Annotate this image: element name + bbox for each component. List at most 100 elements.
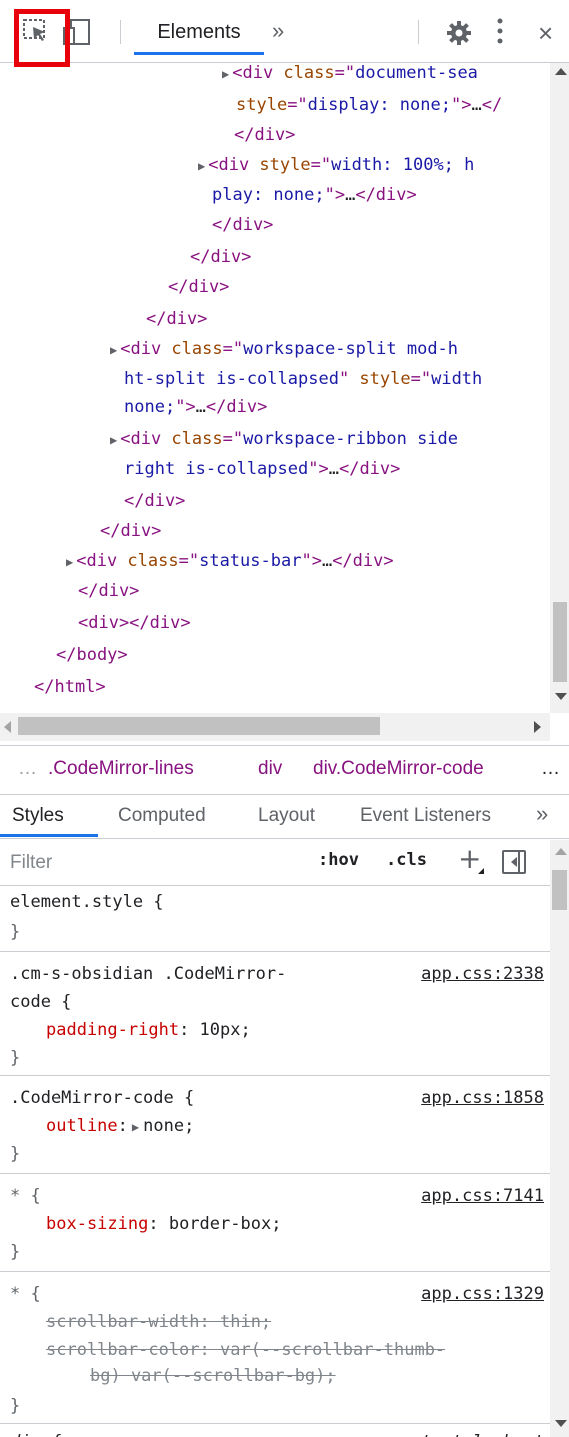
css-rule[interactable]: .cm-s-obsidian .CodeMirror- app.css:2338…: [0, 952, 550, 1076]
tree-scrollbar-thumb[interactable]: [553, 602, 567, 682]
property-name[interactable]: box-sizing: [46, 1214, 148, 1234]
css-rule[interactable]: * { app.css:7141 box-sizing: border-box;…: [0, 1174, 550, 1272]
tab-styles[interactable]: Styles: [12, 805, 64, 827]
styles-vertical-scrollbar[interactable]: [550, 840, 569, 1437]
active-tab-indicator: [134, 52, 264, 55]
dom-tree-node[interactable]: right is-collapsed">…</div>: [124, 455, 400, 483]
dom-tree-node[interactable]: </div>: [100, 517, 161, 545]
scroll-down-arrow-icon[interactable]: [555, 693, 567, 700]
dom-tree-node[interactable]: ▶ <div class="workspace-ribbon side: [110, 425, 458, 453]
property-name[interactable]: outline: [46, 1116, 118, 1136]
settings-gear-icon[interactable]: [446, 20, 472, 46]
dom-tree-node[interactable]: </div>: [168, 273, 229, 301]
tree-hscroll-thumb[interactable]: [18, 717, 380, 735]
tab-elements[interactable]: Elements: [134, 14, 264, 54]
dom-tree-node[interactable]: ▶ <div style="width: 100%; h: [198, 151, 474, 179]
overridden-declaration[interactable]: scrollbar-width: thin;: [46, 1308, 271, 1336]
overridden-declaration[interactable]: scrollbar-color: var(--scrollbar-thumb-: [46, 1336, 445, 1364]
more-tabs-button[interactable]: »: [272, 18, 284, 44]
rule-close-brace: }: [10, 1048, 21, 1068]
dom-token: <div: [120, 429, 172, 449]
dom-tree-node[interactable]: </div>: [234, 121, 295, 149]
property-value[interactable]: border-box;: [169, 1214, 282, 1234]
dom-tree-node[interactable]: </div>: [212, 211, 273, 239]
scroll-up-arrow-icon[interactable]: [555, 68, 567, 75]
kebab-menu-icon[interactable]: [496, 16, 504, 46]
dom-tree-node[interactable]: </div>: [190, 243, 251, 271]
property-name[interactable]: padding-right: [46, 1020, 179, 1040]
dom-tree-node[interactable]: </html>: [34, 673, 106, 701]
rule-source-link[interactable]: app.css:7141: [421, 1182, 544, 1210]
filter-input[interactable]: [10, 848, 290, 878]
rule-source-link[interactable]: app.css:1329: [421, 1280, 544, 1308]
dom-tree-node[interactable]: </div>: [78, 577, 139, 605]
breadcrumb-ellipsis[interactable]: …: [18, 758, 37, 780]
dom-tree-node[interactable]: ht-split is-collapsed" style="width: [124, 365, 482, 393]
close-icon[interactable]: ×: [538, 18, 553, 49]
expand-triangle-icon[interactable]: ▶: [132, 1120, 139, 1134]
dom-token: =": [178, 551, 200, 571]
expand-triangle-icon[interactable]: ▶: [110, 343, 117, 357]
dom-tree-node[interactable]: ▶ <div class="document-sea: [222, 63, 478, 87]
rule-selector: * {: [10, 1186, 41, 1206]
styles-scrollbar-thumb[interactable]: [552, 870, 567, 910]
dom-tree-node[interactable]: </div>: [124, 487, 185, 515]
scroll-up-arrow-icon[interactable]: [555, 848, 567, 855]
rule-source-link[interactable]: app.css:1858: [421, 1084, 544, 1112]
elements-tree[interactable]: ▶ <div class="document-sea style="display:…: [0, 63, 550, 713]
dom-token: workspace-ribbon side: [243, 429, 459, 449]
toolbar-divider: [418, 20, 419, 44]
dom-tree-node[interactable]: play: none;">…</div>: [212, 181, 417, 209]
dom-token: ht-split is-collapsed: [124, 369, 339, 389]
dom-token: display: none;: [307, 95, 451, 115]
scroll-left-arrow-icon[interactable]: [4, 721, 11, 733]
rule-selector-cont: code {: [10, 992, 72, 1012]
expand-triangle-icon[interactable]: ▶: [222, 67, 229, 81]
property-value[interactable]: 10px;: [200, 1020, 251, 1040]
dom-tree-node[interactable]: none;">…</div>: [124, 393, 267, 421]
expand-triangle-icon[interactable]: ▶: [198, 159, 205, 173]
breadcrumb-item-codemirror-code[interactable]: div.CodeMirror-code: [313, 758, 484, 780]
dom-tree-node[interactable]: ▶ <div class="workspace-split mod-h: [110, 335, 458, 363]
css-rule[interactable]: * { app.css:1329 scrollbar-width: thin; …: [0, 1272, 550, 1424]
element-style-rule[interactable]: element.style { }: [0, 886, 550, 952]
dom-token: <div: [120, 339, 172, 359]
rule-selector: element.style {: [10, 892, 164, 912]
more-subtabs-button[interactable]: »: [536, 801, 548, 827]
tab-event-listeners[interactable]: Event Listeners: [360, 805, 491, 827]
tab-computed[interactable]: Computed: [118, 805, 206, 827]
property-value[interactable]: none;: [143, 1116, 194, 1136]
css-declaration[interactable]: padding-right: 10px;: [46, 1016, 251, 1044]
dom-token: </div>: [212, 215, 274, 235]
dom-tree-node[interactable]: <div></div>: [78, 609, 191, 637]
menu-corner-icon: [478, 868, 484, 874]
expand-triangle-icon[interactable]: ▶: [110, 433, 117, 447]
hov-toggle[interactable]: :hov: [318, 850, 359, 870]
dom-token: </div>: [168, 277, 230, 297]
scroll-down-arrow-icon[interactable]: [555, 1420, 567, 1427]
expand-triangle-icon[interactable]: ▶: [66, 555, 73, 569]
breadcrumb-item-div[interactable]: div: [258, 758, 282, 780]
dom-token: </body>: [56, 645, 128, 665]
css-rule[interactable]: .CodeMirror-code { app.css:1858 outline:…: [0, 1076, 550, 1174]
css-declaration[interactable]: box-sizing: border-box;: [46, 1210, 281, 1238]
user-agent-rule[interactable]: div { user agent stylesheet: [0, 1424, 550, 1437]
tab-layout[interactable]: Layout: [258, 805, 315, 827]
dom-token: ">: [324, 185, 346, 205]
css-declaration[interactable]: outline: ▶ none;: [46, 1112, 194, 1141]
dom-token: right is-collapsed: [124, 459, 309, 479]
dom-token: </: [481, 95, 503, 115]
breadcrumb-item-codemirror-lines[interactable]: ‎.CodeMirror-lines: [48, 758, 194, 780]
dom-tree-node[interactable]: style="display: none;">…</: [236, 91, 502, 119]
rule-source-link[interactable]: app.css:2338: [421, 960, 544, 988]
dom-token: none;: [124, 397, 176, 417]
toggle-sidebar-icon[interactable]: [502, 850, 526, 874]
breadcrumb-more[interactable]: …: [541, 758, 560, 780]
dom-tree-node[interactable]: </div>: [146, 305, 207, 333]
dom-tree-node[interactable]: </body>: [56, 641, 128, 669]
rule-close-brace: }: [10, 1242, 21, 1262]
dom-tree-node[interactable]: ▶ <div class="status-bar">…</div>: [66, 547, 394, 575]
scroll-right-arrow-icon[interactable]: [534, 721, 541, 733]
dom-token: </div>: [146, 309, 208, 329]
cls-toggle[interactable]: .cls: [386, 850, 427, 870]
